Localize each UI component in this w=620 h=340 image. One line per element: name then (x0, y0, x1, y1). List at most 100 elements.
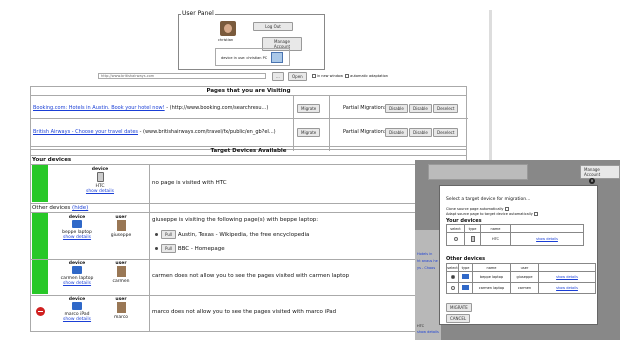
device-name: beppe laptop (472, 271, 511, 283)
backdrop-text: ht anaus he (417, 259, 438, 263)
phone-icon (96, 172, 104, 182)
user-name: giuseppe (510, 271, 539, 283)
select-radio[interactable] (450, 285, 455, 290)
backdrop-text: HTC (417, 324, 425, 328)
laptop-icon (462, 285, 469, 290)
adapt-option: Adapt source page to target device autom… (446, 212, 539, 216)
close-icon[interactable]: × (589, 178, 595, 184)
cancel-button[interactable]: CANCEL (446, 314, 471, 323)
migrate-button[interactable]: Migrate (297, 104, 321, 113)
backdrop-panel (428, 164, 528, 180)
user-cell: user giuseppe (106, 215, 136, 238)
clone-label: Clone source page automatically (446, 207, 504, 211)
migration-dialog: × Select a target device for migration..… (439, 178, 598, 325)
list-item: Pull Austin, Texas - Wikipedia, the free… (155, 230, 309, 239)
column-header: type (458, 263, 473, 272)
page-title: BBC - Homepage (177, 246, 225, 252)
open-button[interactable]: Open (288, 72, 307, 81)
tablet-icon (72, 302, 82, 310)
device-name: carmen laptop (472, 282, 511, 294)
show-details-link[interactable]: show details (538, 271, 596, 283)
list-item: Pull BBC - Homepage (155, 244, 225, 253)
table-row: Booking.com: Hotels in Austin. Book your… (31, 99, 468, 117)
username-label: christian (218, 38, 234, 42)
migrate-button[interactable]: Migrate (297, 128, 321, 137)
other-devices-heading: Other devices (446, 256, 486, 262)
phone-icon (470, 235, 475, 242)
pull-button[interactable]: Pull (161, 230, 177, 239)
show-details-link[interactable]: show details (59, 317, 95, 322)
user-panel-title: User Panel (181, 10, 215, 17)
user-panel: User Panel christian Log Out Manage Acco… (178, 10, 325, 70)
column-header (538, 263, 596, 272)
show-details-link[interactable]: show details (538, 282, 596, 294)
device-cell: device marco iPad show details (59, 297, 95, 322)
disable-button[interactable]: Disable (385, 128, 408, 137)
user-name: carmen (510, 282, 539, 294)
disable-button[interactable]: Disable (385, 104, 408, 113)
column-header (510, 224, 584, 233)
show-details-link[interactable]: show details (85, 189, 115, 194)
visited-pages-title: Pages that you are Visiting (31, 87, 466, 96)
partial-migration-label: Partial Migration: (343, 129, 386, 135)
disable-button[interactable]: Disable (409, 104, 432, 113)
dialog-title: Select a target device for migration... (446, 197, 531, 202)
user-cell: user marco (106, 297, 136, 320)
url-options: in new window automatic adaptation (312, 74, 388, 78)
clone-checkbox[interactable] (504, 207, 509, 211)
page-url: - (http://www.booking.com/searchresu...) (164, 105, 269, 111)
table-row: carmen laptop carmen show details (446, 282, 596, 294)
laptop-icon (72, 266, 82, 274)
laptop-icon (462, 274, 469, 279)
table-row: HTC show details (446, 232, 584, 246)
select-radio[interactable] (450, 274, 455, 279)
user-photo (116, 220, 126, 231)
pull-button[interactable]: Pull (161, 244, 177, 253)
device-status-text: giuseppe is visiting the following page(… (152, 217, 319, 223)
user-photo (116, 266, 126, 277)
table-row: beppe laptop giuseppe show details (446, 271, 596, 283)
other-devices-heading: Other devices (hide) (32, 205, 88, 211)
backdrop-strip: Hotels in ht anaus he ys - Choos HTC sho… (415, 230, 441, 340)
partial-migration-label: Partial Migration: (343, 105, 386, 111)
your-devices-heading: Your devices (32, 157, 72, 163)
other-devices-label: Other devices (32, 205, 71, 211)
url-input[interactable]: http://www.britishairways.com (98, 73, 266, 79)
show-details-link[interactable]: show details (59, 281, 95, 286)
device-cell: device HTC show details (85, 167, 115, 194)
show-details-link[interactable]: show details (510, 232, 584, 246)
select-radio[interactable] (453, 236, 458, 241)
target-devices-table: Target Devices Available Your devices de… (30, 146, 468, 332)
column-header: select (446, 263, 459, 272)
deselect-button[interactable]: Deselect (433, 104, 459, 113)
status-indicator (32, 165, 48, 202)
backdrop-text: show details (417, 330, 439, 334)
page-title: Austin, Texas - Wikipedia, the free ency… (177, 232, 310, 238)
auto-adapt-label: automatic adaptation (350, 74, 388, 78)
user-name: marco (113, 315, 129, 320)
page-link[interactable]: British Airways - Choose your travel dat… (33, 129, 138, 135)
pc-icon (271, 52, 283, 63)
backdrop-text: ys - Choos (417, 266, 436, 270)
backdrop-manage-button: Manage Account (580, 165, 620, 179)
browse-button[interactable]: ... (272, 72, 284, 81)
device-name: HTC (480, 232, 511, 246)
migrate-button[interactable]: MIGRATE (446, 303, 472, 312)
auto-adapt-checkbox[interactable] (345, 74, 350, 78)
your-devices-table: select type name HTC show details (446, 224, 584, 246)
column-header: type (464, 224, 481, 233)
show-details-link[interactable]: show details (59, 235, 95, 240)
disable-button[interactable]: Disable (409, 128, 432, 137)
page-link[interactable]: Booking.com: Hotels in Austin. Book your… (33, 105, 165, 111)
user-name: giuseppe (110, 233, 132, 238)
logout-button[interactable]: Log Out (253, 22, 293, 31)
hide-link[interactable]: (hide) (72, 205, 88, 211)
deselect-button[interactable]: Deselect (433, 128, 459, 137)
adapt-checkbox[interactable] (533, 212, 538, 216)
new-window-checkbox[interactable] (312, 74, 316, 78)
device-cell: device carmen laptop show details (59, 261, 95, 286)
column-header: name (480, 224, 511, 233)
user-cell: user carmen (106, 261, 136, 284)
device-status-text: marco does not allow you to see the page… (152, 309, 337, 315)
visited-pages-table: Pages that you are Visiting Booking.com:… (30, 86, 468, 151)
